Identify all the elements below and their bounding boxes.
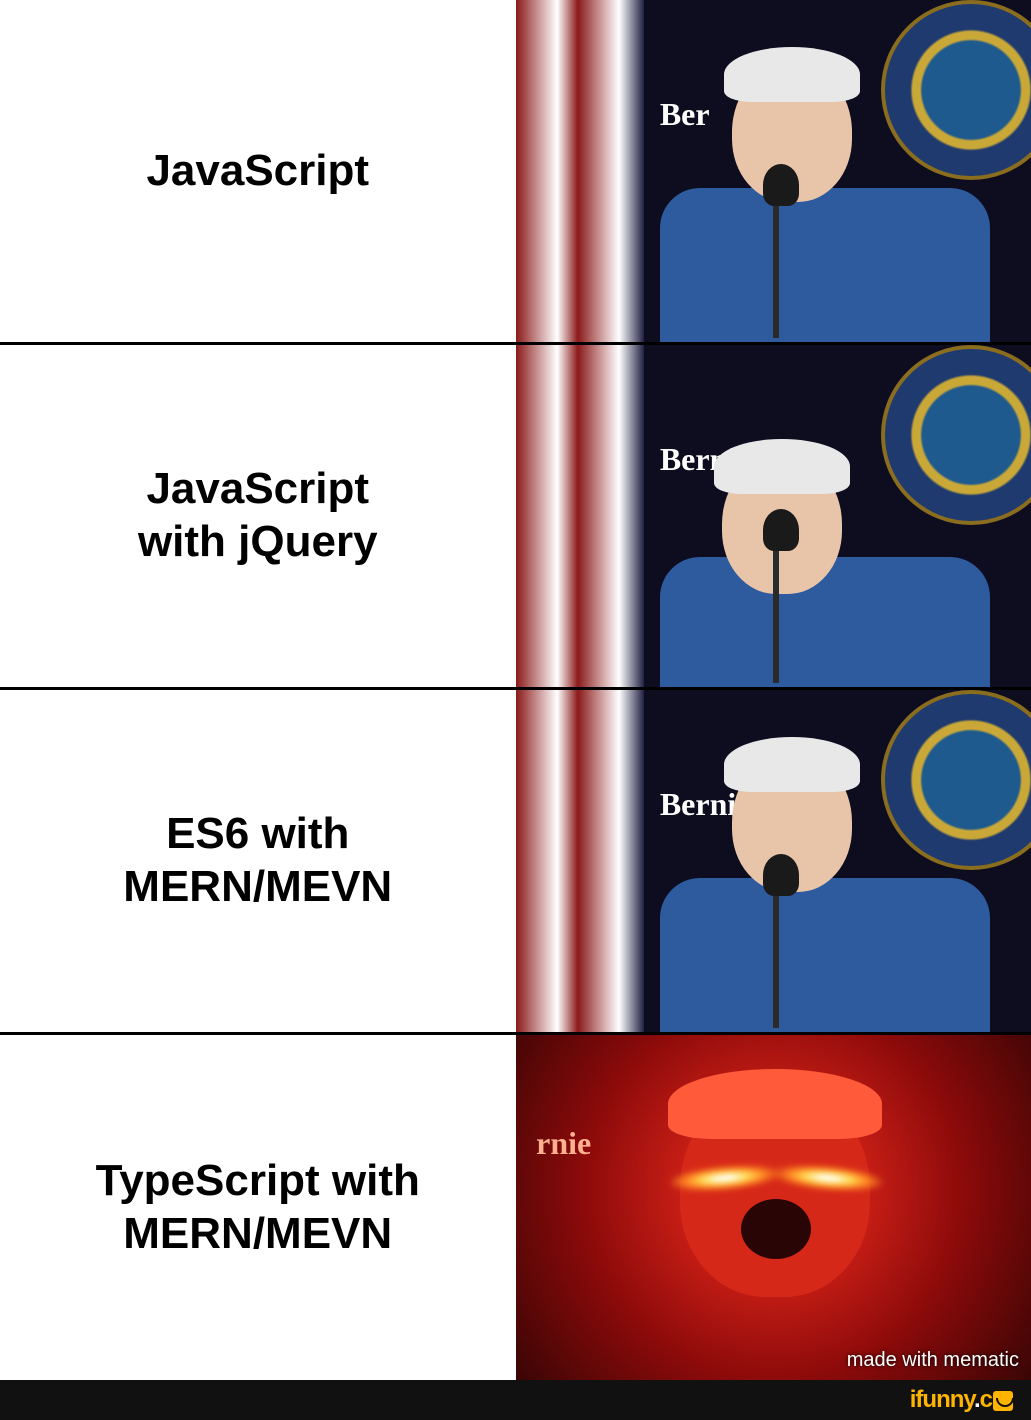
ifunny-text-suffix: c (980, 1386, 992, 1413)
mematic-watermark: made with mematic (847, 1349, 1019, 1372)
reaction-image-4: rnie made with mematic (516, 1035, 1031, 1380)
microphone-icon (763, 854, 799, 896)
caption-cell-2: JavaScript with jQuery (0, 345, 516, 687)
caption-text-2: JavaScript with jQuery (138, 463, 378, 569)
caption-cell-1: JavaScript (0, 0, 516, 342)
panel-2: JavaScript with jQuery Bernie (0, 345, 1031, 690)
reaction-image-2: Bernie (516, 345, 1031, 687)
panel-1: JavaScript Ber (0, 0, 1031, 345)
podium-sign-4: rnie (536, 1125, 591, 1162)
caption-cell-3: ES6 with MERN/MEVN (0, 690, 516, 1032)
ifunny-text-prefix: ifunny (910, 1386, 974, 1413)
microphone-icon (763, 164, 799, 206)
caption-text-1: JavaScript (146, 145, 369, 198)
panel-3: ES6 with MERN/MEVN Berni (0, 690, 1031, 1035)
microphone-icon (763, 509, 799, 551)
caption-cell-4: TypeScript with MERN/MEVN (0, 1035, 516, 1380)
meme-grid: JavaScript Ber JavaScript with jQuery Be… (0, 0, 1031, 1380)
caption-text-4: TypeScript with MERN/MEVN (96, 1155, 420, 1261)
caption-text-3: ES6 with MERN/MEVN (123, 808, 392, 914)
panel-4: TypeScript with MERN/MEVN rnie made with… (0, 1035, 1031, 1380)
podium-sign-3: Berni (660, 786, 736, 823)
ifunny-footer: ifunny.c (0, 1380, 1031, 1420)
reaction-image-3: Berni (516, 690, 1031, 1032)
ifunny-smile-icon (993, 1391, 1013, 1411)
ifunny-watermark: ifunny.c (910, 1386, 1013, 1414)
podium-sign-1: Ber (660, 96, 710, 133)
reaction-image-1: Ber (516, 0, 1031, 342)
